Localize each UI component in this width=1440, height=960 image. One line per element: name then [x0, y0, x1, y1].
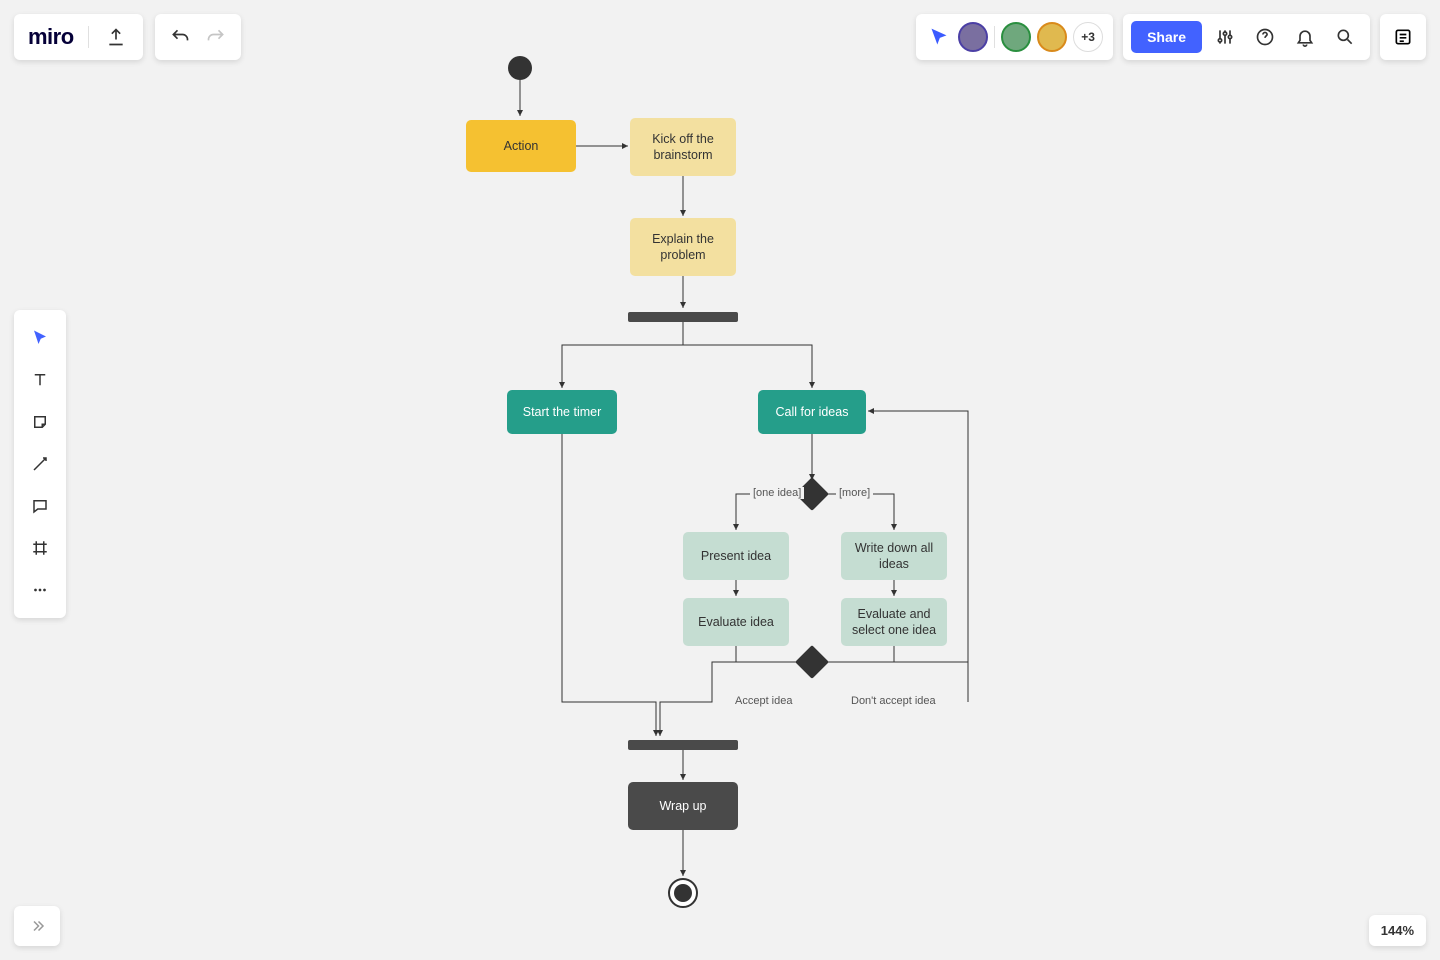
node-kickoff[interactable]: Kick off the brainstorm	[630, 118, 736, 176]
node-action[interactable]: Action	[466, 120, 576, 172]
share-button[interactable]: Share	[1131, 21, 1202, 53]
edge-label-accept: Accept idea	[732, 695, 795, 707]
join-bar-bottom[interactable]	[628, 740, 738, 750]
node-evaluate-idea[interactable]: Evaluate idea	[683, 598, 789, 646]
node-label: Wrap up	[659, 798, 706, 814]
tool-more[interactable]	[18, 570, 62, 610]
zoom-indicator[interactable]: 144%	[1369, 915, 1426, 946]
avatar-user-2[interactable]	[1001, 22, 1031, 52]
divider	[994, 26, 995, 48]
node-label: Action	[504, 138, 539, 154]
node-label: Write down all ideas	[849, 540, 939, 573]
expand-toolbar-button[interactable]	[14, 906, 60, 946]
tool-sticky-note[interactable]	[18, 402, 62, 442]
node-label: Evaluate idea	[698, 614, 774, 630]
canvas[interactable]: Action Kick off the brainstorm Explain t…	[0, 0, 1440, 960]
export-button[interactable]	[103, 24, 129, 50]
redo-button[interactable]	[203, 24, 229, 50]
node-evaluate-select[interactable]: Evaluate and select one idea	[841, 598, 947, 646]
comments-panel-button[interactable]	[1380, 14, 1426, 60]
node-label: Evaluate and select one idea	[849, 606, 939, 639]
node-label: Kick off the brainstorm	[638, 131, 728, 164]
node-label: Explain the problem	[638, 231, 728, 264]
avatar-overflow-count: +3	[1081, 30, 1095, 44]
node-label: Start the timer	[523, 404, 602, 420]
collaborators-panel: +3	[916, 14, 1113, 60]
settings-sliders-icon[interactable]	[1208, 20, 1242, 54]
tool-frame[interactable]	[18, 528, 62, 568]
node-label: Call for ideas	[776, 404, 849, 420]
avatar-user-3[interactable]	[1037, 22, 1067, 52]
tool-connector[interactable]	[18, 444, 62, 484]
tool-select[interactable]	[18, 318, 62, 358]
divider	[88, 26, 89, 48]
node-explain[interactable]: Explain the problem	[630, 218, 736, 276]
start-node[interactable]	[508, 56, 532, 80]
app-logo[interactable]: miro	[28, 24, 74, 50]
decision-bottom[interactable]	[795, 645, 829, 679]
edge-label-dont-accept: Don't accept idea	[848, 695, 939, 707]
avatar-overflow[interactable]: +3	[1073, 22, 1103, 52]
tool-comment[interactable]	[18, 486, 62, 526]
help-icon[interactable]	[1248, 20, 1282, 54]
end-node[interactable]	[668, 878, 698, 908]
tool-text[interactable]	[18, 360, 62, 400]
node-present-idea[interactable]: Present idea	[683, 532, 789, 580]
zoom-level: 144%	[1381, 923, 1414, 938]
node-call-for-ideas[interactable]: Call for ideas	[758, 390, 866, 434]
logo-panel: miro	[14, 14, 143, 60]
history-panel	[155, 14, 241, 60]
share-button-label: Share	[1147, 29, 1186, 45]
node-start-timer[interactable]: Start the timer	[507, 390, 617, 434]
node-label: Present idea	[701, 548, 771, 564]
notifications-icon[interactable]	[1288, 20, 1322, 54]
undo-button[interactable]	[167, 24, 193, 50]
node-write-down[interactable]: Write down all ideas	[841, 532, 947, 580]
share-panel: Share	[1123, 14, 1370, 60]
avatar-user-1[interactable]	[958, 22, 988, 52]
presentation-cursor-icon[interactable]	[926, 24, 952, 50]
edge-label-more: [more]	[836, 487, 873, 499]
left-toolbar	[14, 310, 66, 618]
search-icon[interactable]	[1328, 20, 1362, 54]
fork-bar-top[interactable]	[628, 312, 738, 322]
node-wrap-up[interactable]: Wrap up	[628, 782, 738, 830]
edge-label-one-idea: [one idea]	[750, 487, 804, 499]
